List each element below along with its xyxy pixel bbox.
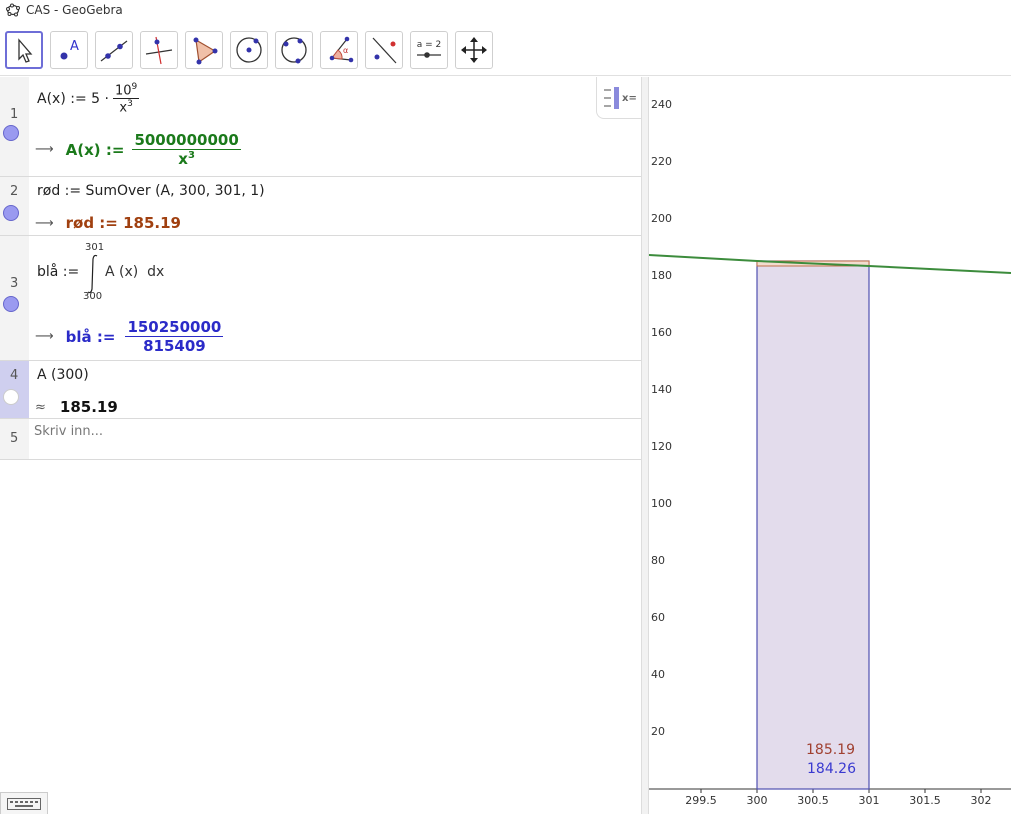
cas-row-5[interactable]: 5 Skriv inn... [0,419,641,460]
cas-row-4[interactable]: 4 A (300) ≈ 185.19 [0,361,641,419]
cas-input[interactable]: rød := SumOver (A, 300, 301, 1) [37,183,265,199]
blue-integral-label: 184.26 [807,761,856,777]
output-arrow-icon: ⟶ [35,215,54,231]
output-arrow-icon: ⟶ [35,142,54,157]
reflect-tool-button[interactable] [365,31,403,69]
polygon-tool-button[interactable] [185,31,223,69]
row-number: 5 [10,431,19,446]
circle-three-points-icon [281,37,307,64]
slider-tool-button[interactable]: a = 2 [410,31,448,69]
keyboard-icon [7,797,41,810]
x-axis-labels: 299.5 300 300.5 301 301.5 302 [685,789,992,807]
cas-row-2[interactable]: 2 rød := SumOver (A, 300, 301, 1) ⟶ rød … [0,177,641,236]
cas-output: ⟶ rød := 185.19 [35,214,181,232]
integral-sign-icon [87,254,98,294]
cas-input[interactable]: A (300) [37,367,89,383]
angle-tool-button[interactable]: α [320,31,358,69]
cas-output: ⟶ blå := 150250000 815409 [35,318,224,355]
cas-input[interactable]: A(x) := 5 · 109 x3 [37,82,140,116]
input-fraction: 109 x3 [112,82,140,116]
output-fraction: 150250000 815409 [125,318,224,355]
move-arrows-icon [461,37,487,63]
circle-three-points-tool-button[interactable] [275,31,313,69]
perpendicular-tool-button[interactable] [140,31,178,69]
integral-lower-bound: 300 [83,291,103,302]
circle-center-icon [236,37,262,63]
angle-icon: α [329,36,354,63]
cas-input[interactable]: blå := [37,264,79,280]
output-fraction: 5000000000 x3 [132,131,241,168]
y-tick-label: 220 [651,155,672,168]
toolbar: A α a = 2 [0,20,1011,76]
point-tool-button[interactable]: A [50,31,88,69]
row-number: 3 [10,276,19,291]
y-tick-label: 120 [651,440,672,453]
x-tick-label: 299.5 [685,794,717,807]
cas-view: 1 A(x) := 5 · 109 x3 ⟶ A(x) := 500000000… [0,77,641,814]
x-tick-label: 300 [747,794,768,807]
show-output-toggle[interactable] [3,125,19,141]
row-number: 2 [10,184,19,199]
y-tick-label: 140 [651,383,672,396]
x-tick-label: 302 [971,794,992,807]
y-tick-label: 80 [651,554,665,567]
cas-row-3[interactable]: 3 blå := 301 300 A (x) dx ⟶ blå := 15025… [0,236,641,361]
move-graphics-tool-button[interactable] [455,31,493,69]
cas-row-1[interactable]: 1 A(x) := 5 · 109 x3 ⟶ A(x) := 500000000… [0,77,641,177]
keyboard-button[interactable] [0,792,48,814]
y-tick-label: 60 [651,611,665,624]
line-icon [100,40,128,62]
row-number: 1 [10,107,19,122]
output-arrow-icon: ⟶ [35,329,54,344]
circle-center-tool-button[interactable] [230,31,268,69]
point-icon: A [60,39,79,60]
y-tick-label: 20 [651,725,665,738]
graphics-canvas[interactable]: 240 220 200 180 160 140 120 100 80 60 40 20 299.5 30… [649,77,1011,814]
cursor-arrow-icon [18,38,33,63]
integrand: A (x) dx [105,264,165,280]
algebra-view-icon: x= [604,87,637,109]
y-tick-label: 180 [651,269,672,282]
title-bar: CAS - GeoGebra [0,0,1011,20]
cas-input-placeholder[interactable]: Skriv inn... [34,424,103,439]
integral-upper-bound: 301 [85,242,105,253]
y-tick-label: 40 [651,668,665,681]
show-output-toggle[interactable] [3,205,19,221]
y-tick-label: 160 [651,326,672,339]
y-axis-labels: 240 220 200 180 160 140 120 100 80 60 40 20 [651,98,672,738]
polygon-icon [193,37,218,65]
red-sum-label: 185.19 [806,742,855,758]
show-output-toggle[interactable] [3,296,19,312]
geogebra-logo-icon [6,3,20,17]
cas-output: ≈ 185.19 [35,398,118,416]
cas-output: ⟶ A(x) := 5000000000 x3 [35,131,241,168]
y-tick-label: 200 [651,212,672,225]
window-title: CAS - GeoGebra [26,3,123,17]
y-tick-label: 240 [651,98,672,111]
show-output-toggle[interactable] [3,389,19,405]
approx-symbol: ≈ [35,399,46,415]
x-tick-label: 300.5 [797,794,829,807]
view-divider[interactable] [641,77,649,814]
x-tick-label: 301 [859,794,880,807]
slider-icon: a = 2 [417,40,442,58]
x-tick-label: 301.5 [909,794,941,807]
svg-text:x=: x= [622,93,637,104]
svg-text:a = 2: a = 2 [417,40,442,50]
blue-integral-rectangle[interactable] [756,260,870,790]
move-tool-button[interactable] [5,31,43,69]
reflect-line-icon [372,37,397,64]
algebra-view-toggle[interactable]: x= [596,77,641,119]
row-number: 4 [10,368,19,383]
svg-text:A: A [70,39,79,54]
svg-text:α: α [343,46,348,55]
line-tool-button[interactable] [95,31,133,69]
perpendicular-line-icon [145,36,173,65]
y-tick-label: 100 [651,497,672,510]
graphics-view[interactable]: 240 220 200 180 160 140 120 100 80 60 40 20 299.5 30… [649,77,1011,814]
